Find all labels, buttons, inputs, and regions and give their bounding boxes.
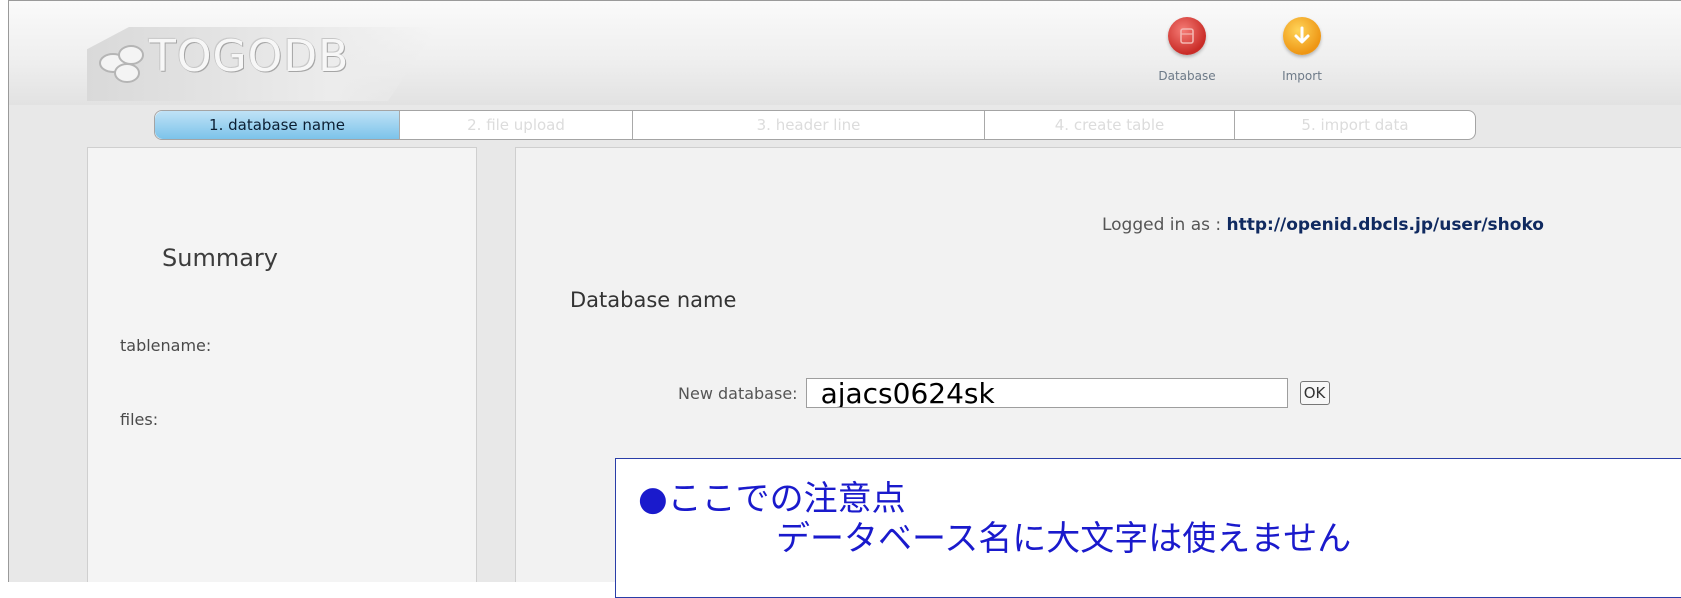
step-create-table[interactable]: 4. create table (985, 111, 1235, 139)
logo-mark-icon (99, 45, 144, 83)
step-file-upload[interactable]: 2. file upload (400, 111, 633, 139)
import-nav[interactable]: Import (1252, 17, 1352, 83)
section-title: Database name (570, 288, 737, 312)
logged-in-user-link[interactable]: http://openid.dbcls.jp/user/shoko (1227, 215, 1544, 235)
logo-text: TOGODB (149, 31, 350, 82)
tablename-label: tablename: (120, 336, 212, 355)
wizard-steps: 1. database name 2. file upload 3. heade… (154, 110, 1476, 140)
login-status: Logged in as : http://openid.dbcls.jp/us… (1102, 215, 1544, 235)
header: TOGODB Database Import (9, 1, 1681, 105)
ok-button[interactable]: OK (1299, 381, 1330, 405)
annotation-callout: ●ここでの注意点 データベース名に大文字は使えません (615, 458, 1681, 598)
import-nav-label: Import (1282, 69, 1322, 83)
callout-line-1: ●ここでの注意点 (638, 479, 906, 519)
files-label: files: (120, 410, 159, 429)
callout-line-2: データベース名に大文字は使えません (776, 519, 1352, 559)
step-database-name[interactable]: 1. database name (155, 111, 400, 139)
new-database-input[interactable] (805, 378, 1288, 408)
new-database-row: New database: OK (678, 378, 1330, 408)
logged-in-label: Logged in as : (1101, 215, 1222, 235)
step-header-line[interactable]: 3. header line (633, 111, 985, 139)
database-nav-label: Database (1158, 69, 1216, 83)
database-nav[interactable]: Database (1137, 17, 1237, 83)
summary-panel: Summary tablename: files: (87, 147, 477, 582)
step-import-data[interactable]: 5. import data (1235, 111, 1475, 139)
new-database-label: New database: (678, 383, 798, 403)
import-arrow-icon (1283, 17, 1321, 55)
summary-title: Summary (162, 244, 278, 272)
database-icon (1168, 17, 1206, 55)
